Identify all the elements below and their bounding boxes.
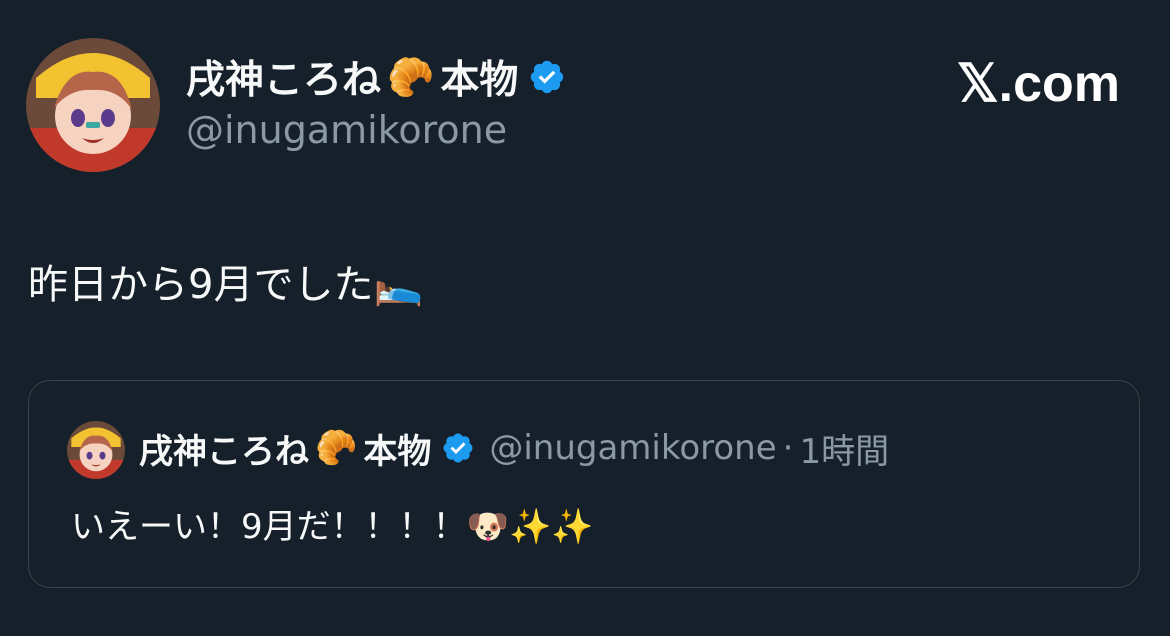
author-handle[interactable]: @inugamikorone	[186, 108, 507, 152]
author-display-name[interactable]: 戌神ころね	[186, 49, 381, 105]
quoted-display-name[interactable]: 戌神ころね	[139, 424, 309, 473]
quoted-handle[interactable]: @inugamikorone	[489, 428, 776, 468]
quoted-name-suffix[interactable]: 本物	[363, 424, 431, 473]
quoted-tweet-text: いえーい！9月だ！！！！🐶✨✨	[71, 507, 594, 547]
verified-badge-icon	[531, 60, 564, 94]
avatar-image	[26, 38, 160, 172]
quoted-header: 戌神ころね 🥐 本物 @inugamikorone · 1時間	[139, 423, 889, 473]
quoted-avatar-image	[67, 421, 125, 479]
x-com-logo: 𝕏.com	[956, 55, 1120, 113]
avatar[interactable]	[26, 38, 160, 172]
quoted-verified-badge-icon	[443, 433, 473, 463]
author-name-suffix[interactable]: 本物	[440, 49, 518, 105]
author-name-row[interactable]: 戌神ころね 🥐 本物	[186, 49, 566, 105]
quoted-avatar	[67, 421, 125, 479]
quoted-croissant-emoji: 🥐	[315, 428, 358, 468]
croissant-emoji: 🥐	[387, 55, 435, 99]
quoted-tweet-card[interactable]: 戌神ころね 🥐 本物 @inugamikorone · 1時間 いえーい！9月だ…	[28, 380, 1140, 588]
quoted-separator: ·	[782, 428, 794, 468]
tweet-text: 昨日から9月でした🛌	[28, 262, 424, 308]
quoted-timestamp[interactable]: 1時間	[799, 424, 889, 473]
